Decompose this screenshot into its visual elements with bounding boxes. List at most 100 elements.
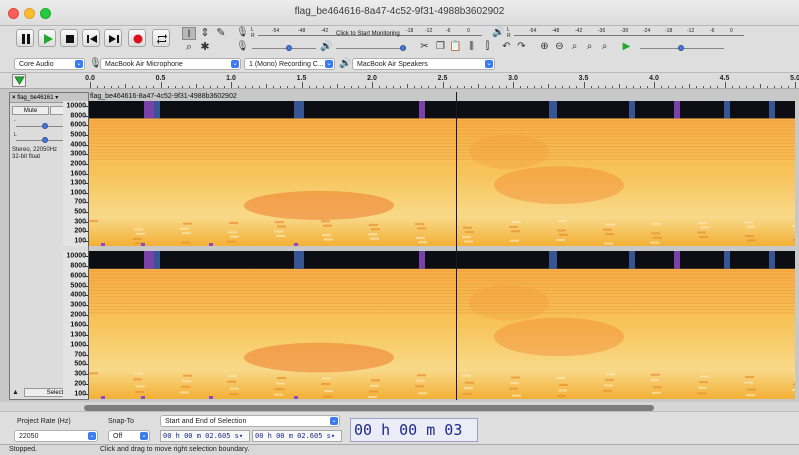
start-monitoring-label[interactable]: Click to Start Monitoring bbox=[336, 31, 400, 37]
play-at-speed-button[interactable]: ▶ bbox=[620, 40, 633, 53]
frequency-axis-left[interactable]: 10000 8000 6000 5000 4000 3000 2000 1600 1300 100… bbox=[63, 101, 89, 246]
skip-to-start-button[interactable] bbox=[82, 29, 100, 47]
copy-button[interactable]: ❐ bbox=[434, 40, 447, 53]
playback-device-dropdown[interactable]: MacBook Air Speakers ⌄ bbox=[352, 58, 495, 70]
ruler-tick bbox=[576, 86, 578, 88]
cut-button[interactable]: ✂ bbox=[418, 40, 431, 53]
close-track-icon[interactable]: × bbox=[12, 95, 16, 101]
device-toolbar: Core Audio ⌄ 🎙 MacBook Air Microphone ⌄ … bbox=[0, 56, 799, 73]
ruler-tick bbox=[766, 86, 768, 88]
spectrogram-texture bbox=[653, 386, 662, 389]
frequency-tick bbox=[85, 354, 88, 356]
selection-end-time[interactable]: 00 h 00 m 02.605 s▾ bbox=[252, 430, 342, 442]
zoom-tool[interactable]: ⌕ bbox=[182, 41, 196, 54]
ruler-tick bbox=[456, 86, 458, 88]
recording-volume-knob[interactable] bbox=[286, 45, 292, 51]
ruler-tick bbox=[555, 86, 557, 88]
draw-tool[interactable]: ✎ bbox=[214, 27, 228, 40]
silence-button[interactable]: ⫿ bbox=[481, 40, 494, 53]
recording-volume-slider[interactable] bbox=[252, 48, 316, 49]
selection-tool[interactable]: I bbox=[182, 27, 196, 40]
spectrogram-texture bbox=[134, 372, 143, 375]
mute-button[interactable]: Mute bbox=[12, 106, 49, 115]
spectrogram-harmonic-line bbox=[89, 142, 795, 144]
track-format: Stereo, 22050Hz bbox=[12, 147, 58, 153]
ruler-tick bbox=[357, 86, 359, 88]
frequency-tick bbox=[85, 275, 88, 277]
pan-knob[interactable] bbox=[42, 137, 48, 143]
zoom-in-button[interactable]: ⊕ bbox=[538, 40, 551, 53]
selection-mode-dropdown[interactable]: Start and End of Selection ⌄ bbox=[160, 415, 340, 427]
spectrogram-high-band bbox=[89, 101, 795, 119]
timeline-ruler[interactable]: 0.0 0.5 1.0 1.5 2.0 2.5 3.0 3.5 4.0 4.5 5.0 bbox=[0, 73, 799, 89]
playback-meter[interactable] bbox=[514, 35, 744, 36]
spectrogram-texture bbox=[324, 238, 333, 241]
ruler-tick bbox=[520, 86, 522, 88]
audio-host-dropdown[interactable]: Core Audio ⌄ bbox=[14, 58, 85, 70]
loop-button[interactable] bbox=[152, 29, 170, 47]
track-name-menu[interactable]: flag_be46161 bbox=[17, 95, 53, 101]
record-button[interactable] bbox=[128, 29, 146, 47]
playback-volume-slider[interactable] bbox=[336, 48, 406, 49]
spectrogram-texture bbox=[276, 382, 285, 385]
recording-channels-dropdown[interactable]: 1 (Mono) Recording C... ⌄ bbox=[244, 58, 335, 70]
zoom-in-icon: ⊕ bbox=[540, 41, 549, 52]
clip-title[interactable]: flag_be464616-8a47-4c52-9f31-4988b360290… bbox=[90, 93, 237, 100]
ruler-tick bbox=[104, 86, 106, 88]
gain-knob[interactable] bbox=[42, 123, 48, 129]
ruler-tick bbox=[541, 86, 543, 88]
timeline-options-button[interactable] bbox=[12, 74, 26, 87]
snap-to-dropdown[interactable]: Off ⌄ bbox=[108, 430, 150, 442]
spectrogram-energy-band bbox=[724, 101, 730, 119]
record-scale-label: -42 bbox=[321, 28, 329, 34]
recording-device-dropdown[interactable]: MacBook Air Microphone ⌄ bbox=[100, 58, 241, 70]
play-button[interactable] bbox=[38, 29, 56, 47]
audio-position-display[interactable]: 00 h 00 m 03 s▾ bbox=[350, 418, 478, 455]
ruler-tick bbox=[301, 82, 303, 88]
spectrogram-background bbox=[89, 101, 795, 246]
stop-button[interactable] bbox=[60, 29, 78, 47]
spectrogram-texture bbox=[462, 236, 471, 239]
spectrogram-texture bbox=[180, 227, 189, 230]
redo-button[interactable]: ↷ bbox=[515, 40, 528, 53]
zoom-toggle-button[interactable]: ⌕ bbox=[598, 40, 611, 53]
spectrogram-blob bbox=[469, 285, 549, 321]
spectrogram-texture bbox=[321, 220, 330, 223]
skip-to-end-button[interactable] bbox=[104, 29, 122, 47]
spectrogram-energy-band bbox=[419, 251, 425, 269]
zoom-out-button[interactable]: ⊖ bbox=[553, 40, 566, 53]
frequency-tick bbox=[85, 334, 88, 336]
playback-volume-knob[interactable] bbox=[400, 45, 406, 51]
collapse-track-icon[interactable]: ▲ bbox=[12, 389, 19, 396]
chevron-down-icon: ⌄ bbox=[231, 60, 239, 68]
undo-button[interactable]: ↶ bbox=[500, 40, 513, 53]
paste-button[interactable]: 📋 bbox=[449, 40, 462, 53]
spectrogram-texture bbox=[557, 229, 566, 232]
fit-selection-button[interactable]: ⌕ bbox=[568, 40, 581, 53]
spectrogram-harmonic-line bbox=[89, 309, 795, 311]
trim-button[interactable]: ⫼ bbox=[465, 40, 478, 53]
ruler-tick bbox=[611, 86, 613, 88]
fit-project-button[interactable]: ⌕ bbox=[583, 40, 596, 53]
spectrogram-harmonic-line bbox=[89, 283, 795, 285]
spectrogram-low-marker bbox=[294, 243, 298, 246]
selection-end-value: 00 h 00 m 02.605 s bbox=[255, 432, 331, 440]
play-icon bbox=[44, 34, 53, 44]
multi-tool[interactable]: ✱ bbox=[198, 41, 212, 54]
ruler-tick bbox=[569, 86, 571, 88]
ruler-tick bbox=[773, 86, 775, 88]
spectrogram-left-channel[interactable] bbox=[89, 101, 795, 246]
spectrogram-right-channel[interactable] bbox=[89, 251, 795, 399]
spectrogram-energy-band bbox=[674, 101, 680, 119]
envelope-tool[interactable]: ⇕ bbox=[198, 27, 212, 40]
pause-button[interactable] bbox=[16, 29, 34, 47]
playback-scale-label: -30 bbox=[621, 28, 629, 34]
spectrogram-texture bbox=[794, 229, 795, 232]
project-rate-dropdown[interactable]: 22050 ⌄ bbox=[14, 430, 98, 442]
selection-cursor[interactable] bbox=[456, 92, 457, 400]
frequency-axis-right[interactable]: 10000 8000 6000 5000 4000 3000 2000 1600 1300 100… bbox=[63, 251, 89, 399]
spectrogram-texture bbox=[463, 226, 472, 229]
play-speed-knob[interactable] bbox=[678, 45, 684, 51]
selection-start-time[interactable]: 00 h 00 m 02.605 s▾ bbox=[160, 430, 250, 442]
spectrogram-low-marker bbox=[141, 243, 145, 246]
